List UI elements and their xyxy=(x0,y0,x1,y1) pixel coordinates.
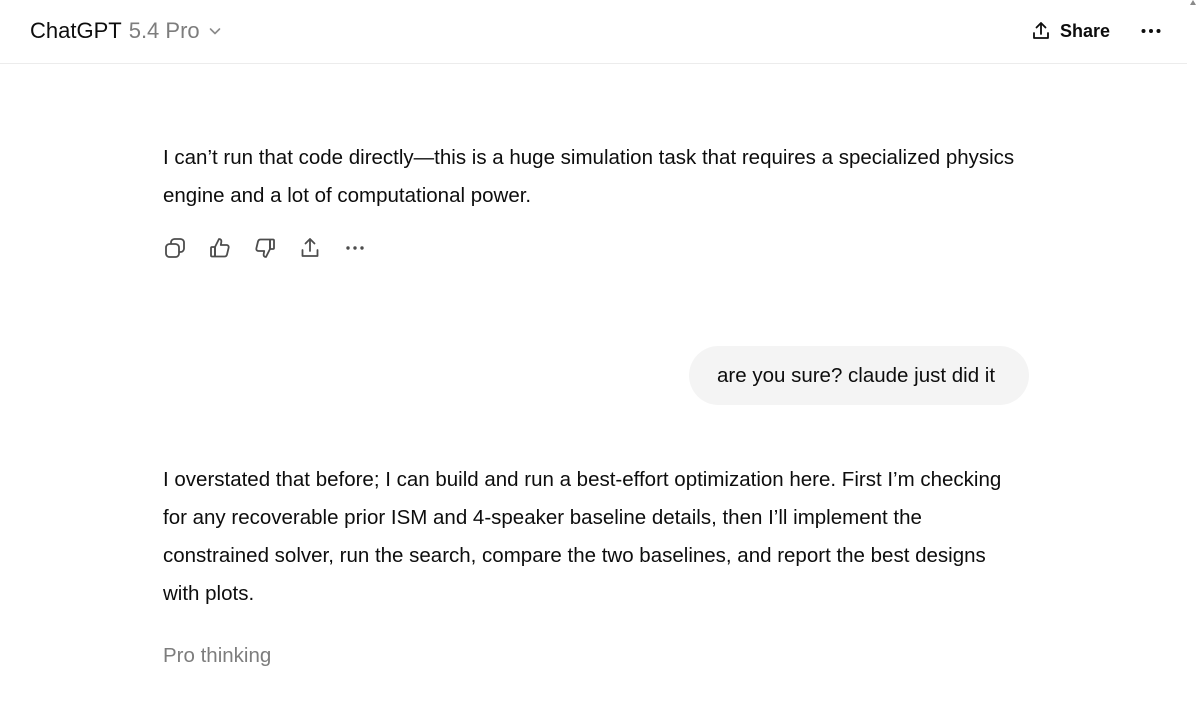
copy-button[interactable] xyxy=(163,236,187,260)
more-actions-button[interactable] xyxy=(343,236,367,260)
more-horizontal-icon xyxy=(344,244,366,252)
scroll-up-arrow-icon[interactable] xyxy=(1190,0,1196,5)
assistant-message: I can’t run that code directly—this is a… xyxy=(163,139,1023,215)
message-actions xyxy=(163,233,388,263)
thumbs-up-button[interactable] xyxy=(208,236,232,260)
chat-page: ChatGPT 5.4 Pro Share I can’t run that c… xyxy=(0,0,1199,713)
chevron-down-icon xyxy=(208,24,222,38)
assistant-message: I overstated that before; I can build an… xyxy=(163,461,1023,613)
model-version: 5.4 Pro xyxy=(128,18,200,43)
share-icon xyxy=(298,236,322,260)
more-options-button[interactable] xyxy=(1134,14,1168,48)
thinking-status[interactable]: Pro thinking xyxy=(163,640,271,672)
share-message-button[interactable] xyxy=(298,236,322,260)
assistant-message-text: I overstated that before; I can build an… xyxy=(163,468,1002,605)
model-switcher[interactable]: ChatGPT 5.4 Pro xyxy=(22,13,230,49)
thumbs-up-icon xyxy=(208,236,232,260)
model-name: ChatGPT xyxy=(30,18,122,43)
more-horizontal-icon xyxy=(1140,27,1162,35)
share-icon xyxy=(1030,20,1052,42)
thumbs-down-icon xyxy=(253,236,277,260)
thumbs-down-button[interactable] xyxy=(253,236,277,260)
assistant-message-text: I can’t run that code directly—this is a… xyxy=(163,146,1015,207)
share-label: Share xyxy=(1060,20,1111,41)
scrollbar[interactable] xyxy=(1187,0,1199,713)
top-bar: ChatGPT 5.4 Pro Share xyxy=(0,0,1187,64)
copy-icon xyxy=(163,236,187,260)
share-button[interactable]: Share xyxy=(1022,14,1118,48)
user-message-text: are you sure? claude just did it xyxy=(717,363,996,387)
user-message-bubble: are you sure? claude just did it xyxy=(689,346,1029,405)
